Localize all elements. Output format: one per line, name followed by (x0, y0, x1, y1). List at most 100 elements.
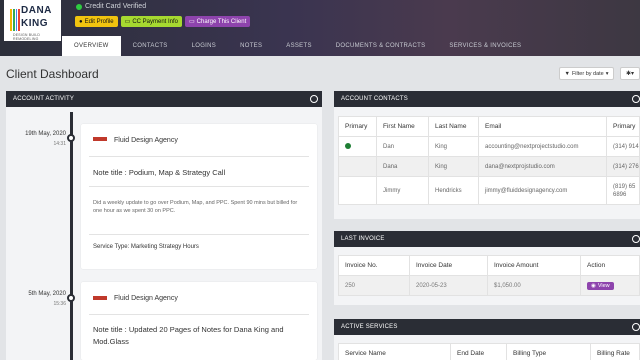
note-title: Note title : Updated 20 Pages of Notes f… (93, 325, 284, 346)
header-bar: DANA KING DESIGN BUILD REMODELING Credit… (0, 0, 640, 56)
panel-options-icon[interactable] (310, 95, 318, 103)
col-primary-phone: Primary (606, 116, 640, 137)
eye-icon: ◉ (591, 282, 596, 289)
email-cell[interactable]: jimmy@fluiddesignagency.com (478, 176, 607, 205)
email-cell[interactable]: dana@nextprojstudio.com (478, 156, 607, 177)
table-header-row: Invoice No. Invoice Date Invoice Amount … (338, 255, 640, 276)
nav-tabs: OVERVIEW CONTACTS LOGINS NOTES ASSETS DO… (62, 36, 533, 56)
tab-logins[interactable]: LOGINS (180, 36, 228, 56)
account-activity-title: ACCOUNT ACTIVITY (13, 96, 75, 102)
phone-cell: (819) 65 6896 (606, 176, 640, 205)
panel-options-icon[interactable] (632, 235, 640, 243)
agency-name: Fluid Design Agency (114, 137, 178, 144)
col-billing-rate: Billing Rate (590, 343, 640, 360)
services-table: Service Name End Date Billing Type Billi… (338, 343, 640, 360)
phone-cell: (314) 276 (606, 156, 640, 177)
primary-indicator-icon (345, 142, 351, 149)
table-row[interactable]: Dan King accounting@nextprojectstudio.co… (338, 136, 640, 157)
agency-logo (93, 296, 107, 300)
col-billing-type: Billing Type (506, 343, 591, 360)
active-services-title: ACTIVE SERVICES (341, 324, 398, 330)
service-type: Service Type: Marketing Strategy Hours (93, 244, 199, 250)
table-row[interactable]: Jimmy Hendricks jimmy@fluiddesignagency.… (338, 176, 640, 205)
active-services-header: ACTIVE SERVICES (334, 319, 640, 335)
activity-card: Fluid Design Agency Note title : Updated… (81, 282, 317, 360)
invoice-no-cell: 250 (338, 275, 410, 296)
tab-documents-contracts[interactable]: DOCUMENTS & CONTRACTS (324, 36, 438, 56)
action-cell: ◉ View (580, 275, 640, 296)
filter-by-date-dropdown[interactable]: ▼ Filter by date ▾ (559, 67, 614, 80)
chevron-down-icon: ▾ (605, 70, 609, 77)
logo-mark (10, 9, 20, 31)
tab-assets[interactable]: ASSETS (274, 36, 323, 56)
invoice-amount-cell: $1,050.00 (487, 275, 581, 296)
logo-line-1: DANA (21, 5, 52, 16)
edit-icon: ● (79, 18, 83, 25)
col-service-name: Service Name (338, 343, 451, 360)
tab-contacts[interactable]: CONTACTS (121, 36, 180, 56)
col-invoice-no: Invoice No. (338, 255, 410, 276)
table-row[interactable]: Dana King dana@nextprojstudio.com (314) … (338, 156, 640, 177)
view-invoice-button[interactable]: ◉ View (587, 281, 614, 290)
tab-notes[interactable]: NOTES (228, 36, 274, 56)
account-contacts-header: ACCOUNT CONTACTS (334, 91, 640, 107)
timeline-line (70, 112, 73, 360)
verification-status: Credit Card Verified (76, 3, 146, 10)
cc-payment-label: CC Payment Info (132, 18, 178, 25)
col-email: Email (478, 116, 607, 137)
charge-client-label: Charge This Client (196, 18, 247, 25)
verified-dot-icon (76, 3, 82, 10)
entry-time: 15:36 (53, 301, 66, 307)
divider (89, 314, 309, 315)
col-last-name: Last Name (428, 116, 479, 137)
col-primary: Primary (338, 116, 377, 137)
col-invoice-date: Invoice Date (409, 255, 488, 276)
last-invoice-header: LAST INVOICE (334, 231, 640, 247)
table-header-row: Primary First Name Last Name Email Prima… (338, 116, 640, 137)
timeline-dot (67, 134, 75, 142)
divider (89, 186, 309, 187)
tab-services-invoices[interactable]: SERVICES & INVOICES (437, 36, 533, 56)
verification-text: Credit Card Verified (85, 3, 147, 10)
invoice-date-cell: 2020-05-23 (409, 275, 488, 296)
edit-profile-button[interactable]: ● Edit Profile (75, 16, 118, 27)
note-body: Did a weekly update to go over Podium, M… (93, 200, 298, 214)
contacts-table: Primary First Name Last Name Email Prima… (338, 116, 640, 205)
divider (89, 156, 309, 157)
company-logo[interactable]: DANA KING DESIGN BUILD REMODELING (4, 0, 61, 41)
charge-client-button[interactable]: ▭ Charge This Client (185, 16, 251, 27)
primary-cell (338, 156, 377, 177)
edit-profile-label: Edit Profile (84, 18, 114, 25)
first-name-cell: Dana (376, 156, 429, 177)
last-invoice-title: LAST INVOICE (341, 236, 385, 242)
divider (89, 234, 309, 235)
cc-payment-info-button[interactable]: ▭ CC Payment Info (120, 16, 182, 27)
first-name-cell: Jimmy (376, 176, 429, 205)
note-title: Note title : Podium, Map & Strategy Call (93, 168, 226, 177)
chevron-down-icon: ▾ (631, 71, 635, 77)
col-action: Action (580, 255, 640, 276)
account-activity-header: ACCOUNT ACTIVITY (6, 91, 322, 107)
entry-date: 19th May, 2020 (25, 131, 66, 137)
logo-tagline: DESIGN BUILD REMODELING (13, 33, 41, 41)
agency-name: Fluid Design Agency (114, 295, 178, 302)
email-cell[interactable]: accounting@nextprojectstudio.com (478, 136, 607, 157)
panel-options-icon[interactable] (632, 95, 640, 103)
entry-date: 5th May, 2020 (28, 291, 66, 297)
agency-logo (93, 137, 107, 141)
filter-label: Filter by date (571, 70, 604, 77)
account-contacts-title: ACCOUNT CONTACTS (341, 96, 408, 102)
table-header-row: Service Name End Date Billing Type Billi… (338, 343, 640, 360)
header-actions: ● Edit Profile ▭ CC Payment Info ▭ Charg… (75, 16, 251, 27)
activity-card: Fluid Design Agency Note title : Podium,… (81, 124, 317, 269)
first-name-cell: Dan (376, 136, 429, 157)
page-title: Client Dashboard (6, 67, 99, 81)
panel-options-icon[interactable] (632, 323, 640, 331)
primary-cell (338, 176, 377, 205)
settings-dropdown[interactable]: ✱ ▾ (620, 67, 640, 80)
last-name-cell: Hendricks (428, 176, 479, 205)
logo-line-2: KING (21, 18, 48, 29)
tab-overview[interactable]: OVERVIEW (62, 36, 121, 56)
last-name-cell: King (428, 156, 479, 177)
invoice-table: Invoice No. Invoice Date Invoice Amount … (338, 255, 640, 296)
